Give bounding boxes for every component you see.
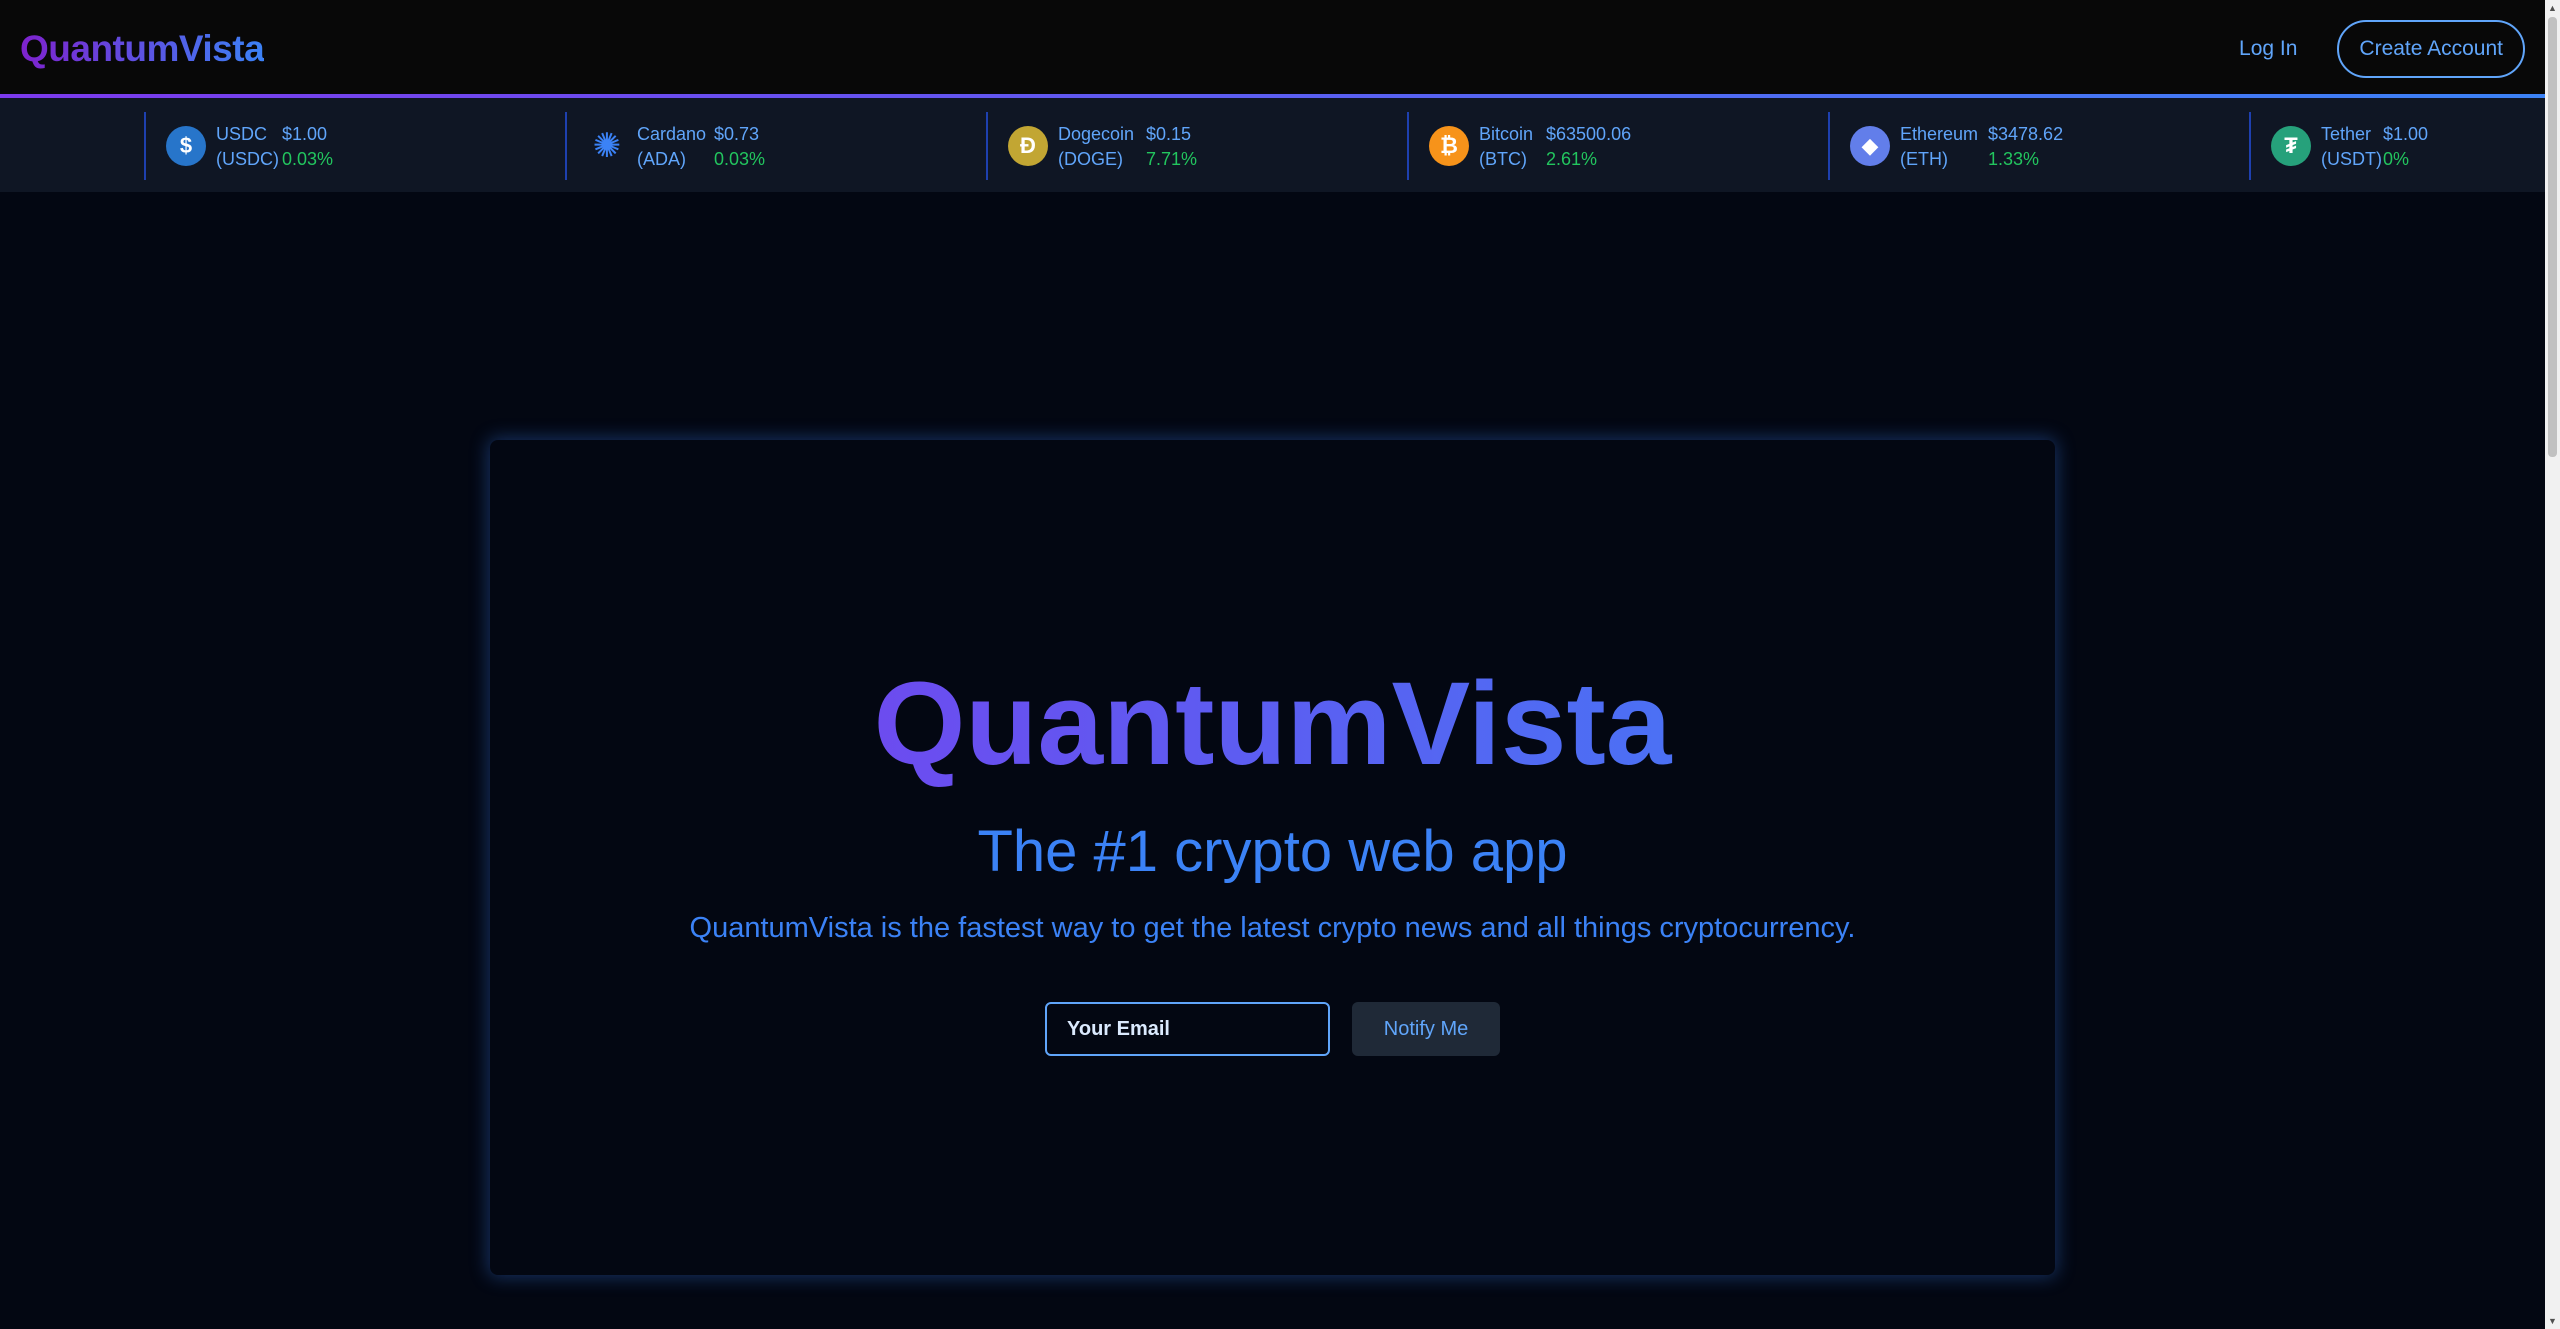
ticker-item-usdc[interactable]: $ USDC (USDC) $1.00 0.03% — [144, 112, 544, 180]
nav-actions: Log In Create Account — [2239, 20, 2525, 78]
login-link[interactable]: Log In — [2239, 37, 2297, 61]
hero-tagline: The #1 crypto web app — [977, 819, 1568, 884]
ticker-price: $1.00 — [2383, 124, 2429, 144]
ticker-item-dogecoin[interactable]: Ð Dogecoin (DOGE) $0.15 7.71% — [986, 112, 1386, 180]
ticker-price: $3478.62 — [1988, 124, 2064, 144]
ticker-price: $63500.06 — [1546, 124, 1632, 144]
ticker-change: 0.03% — [282, 149, 334, 169]
ticker-price: $0.73 — [714, 124, 760, 144]
ticker-symbol: (DOGE) — [1058, 149, 1123, 169]
top-navbar: QuantumVista Log In Create Account — [0, 0, 2545, 98]
ticker-symbol: (BTC) — [1479, 149, 1527, 169]
ticker-item-cardano[interactable]: ✺ Cardano (ADA) $0.73 0.03% — [565, 112, 965, 180]
ticker-change: 1.33% — [1988, 149, 2040, 169]
ticker-price: $0.15 — [1146, 124, 1192, 144]
hero-subtitle: QuantumVista is the fastest way to get t… — [689, 912, 1856, 944]
hero-title: QuantumVista — [490, 659, 2055, 790]
ticker-symbol: (USDC) — [216, 149, 279, 169]
ticker-name: Tether — [2321, 124, 2372, 144]
brand-logo[interactable]: QuantumVista — [20, 28, 265, 70]
ethereum-icon: ◆ — [1850, 126, 1890, 166]
usdc-icon: $ — [166, 126, 206, 166]
email-input[interactable] — [1045, 1002, 1330, 1056]
ticker-price: $1.00 — [282, 124, 328, 144]
dogecoin-icon: Ð — [1008, 126, 1048, 166]
ticker-name: USDC — [216, 124, 268, 144]
create-account-button[interactable]: Create Account — [2337, 20, 2525, 78]
ticker-name: Dogecoin — [1058, 124, 1135, 144]
scroll-up-arrow-icon[interactable]: ▲ — [2545, 0, 2560, 16]
ticker-change: 0.03% — [714, 149, 766, 169]
ticker-name: Ethereum — [1900, 124, 1979, 144]
ticker-name: Cardano — [637, 124, 707, 144]
ticker-change: 0% — [2383, 149, 2410, 169]
scrollbar-thumb[interactable] — [2548, 17, 2557, 457]
ticker-change: 7.71% — [1146, 149, 1198, 169]
vertical-scrollbar[interactable]: ▲ ▼ — [2545, 0, 2560, 1329]
ticker-symbol: (ADA) — [637, 149, 686, 169]
ticker-item-tether[interactable]: ₮ Tether (USDT) $1.00 0% — [2249, 112, 2545, 180]
ticker-symbol: (ETH) — [1900, 149, 1948, 169]
notify-me-button[interactable]: Notify Me — [1352, 1002, 1500, 1056]
bitcoin-icon: ₿ — [1429, 126, 1469, 166]
ticker-item-ethereum[interactable]: ◆ Ethereum (ETH) $3478.62 1.33% — [1828, 112, 2228, 180]
tether-icon: ₮ — [2271, 126, 2311, 166]
ticker-symbol: (USDT) — [2321, 149, 2382, 169]
ticker-item-bitcoin[interactable]: ₿ Bitcoin (BTC) $63500.06 2.61% — [1407, 112, 1807, 180]
scroll-down-arrow-icon[interactable]: ▼ — [2545, 1313, 2560, 1329]
ticker-name: Bitcoin — [1479, 124, 1534, 144]
ticker-change: 2.61% — [1546, 149, 1598, 169]
price-ticker: $ USDC (USDC) $1.00 0.03% ✺ Cardano (ADA… — [0, 98, 2545, 192]
cardano-icon: ✺ — [592, 127, 622, 165]
hero-card: QuantumVista The #1 crypto web app Quant… — [490, 440, 2055, 1275]
